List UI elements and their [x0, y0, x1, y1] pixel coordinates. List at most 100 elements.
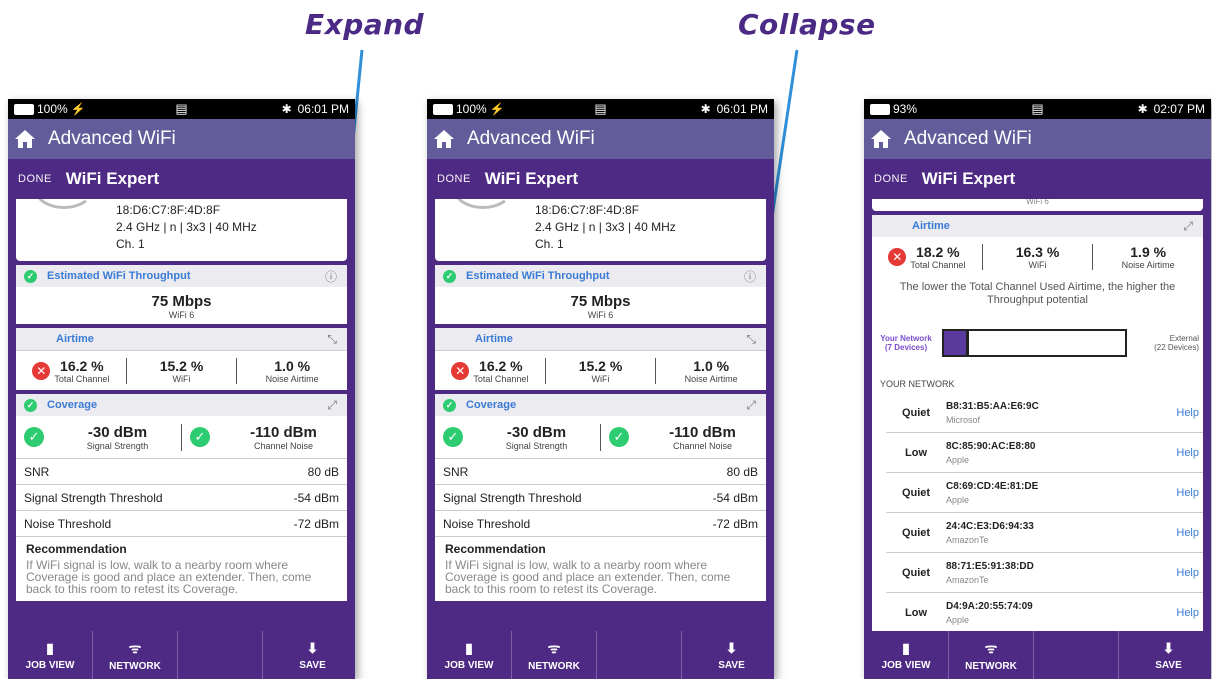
- save-button[interactable]: ⬇ SAVE: [689, 631, 774, 679]
- device-row: Quiet B8:31:B5:AA:E6:9C Microsof Help: [886, 393, 1203, 433]
- job-view-label: JOB VIEW: [25, 659, 75, 671]
- collapse-icon[interactable]: ⤢: [327, 398, 337, 413]
- device-list: Quiet B8:31:B5:AA:E6:9C Microsof Help Low …: [872, 393, 1203, 631]
- coverage-header[interactable]: ✓ Coverage ⤢: [435, 394, 766, 416]
- airtime-total-label: Total Channel: [473, 373, 529, 384]
- coverage-title: Coverage: [47, 399, 98, 411]
- metric-label: Signal Strength Threshold: [443, 490, 582, 505]
- expand-callout: Expand: [305, 8, 425, 41]
- title-bar: DONE WiFi Expert: [8, 159, 355, 199]
- title-bar: DONE WiFi Expert: [864, 159, 1211, 199]
- expand-icon[interactable]: ⤡: [327, 332, 337, 347]
- airtime-values: ✕ 16.2 % Total Channel 15.2 % WiFi 1.0 % Noi…: [16, 350, 347, 390]
- done-button[interactable]: DONE: [874, 173, 908, 185]
- info-icon[interactable]: ⓘ: [325, 268, 337, 285]
- expand-icon[interactable]: ⤡: [746, 332, 756, 347]
- airtime-values: ✕ 18.2 % Total Channel 16.3 % WiFi 1.9 % Noi…: [872, 237, 1203, 277]
- save-button[interactable]: ⬇ SAVE: [1126, 631, 1211, 679]
- recommendation-title: Recommendation: [445, 542, 546, 556]
- empty-slot: [597, 631, 682, 679]
- app-bar: Advanced WiFi: [864, 119, 1211, 159]
- help-link[interactable]: Help: [1176, 607, 1199, 619]
- cut-off-card: WiFi 6: [872, 199, 1203, 211]
- your-network-count: (7 Devices): [884, 343, 928, 352]
- network-label: NETWORK: [528, 660, 580, 672]
- title-bar: DONE WiFi Expert: [427, 159, 774, 199]
- metric-label: SNR: [443, 464, 469, 479]
- save-label: SAVE: [718, 659, 745, 671]
- home-icon[interactable]: [870, 129, 892, 149]
- error-icon: ✕: [888, 248, 907, 266]
- metric-value: 80 dB: [726, 464, 758, 479]
- screen-title: WiFi Expert: [484, 169, 579, 188]
- airtime-wifi: 15.2 %: [159, 357, 204, 374]
- throughput-value: 75 Mbps: [151, 293, 212, 310]
- job-view-button[interactable]: ▮ JOB VIEW: [427, 631, 512, 679]
- network-button[interactable]: ᯤ NETWORK: [949, 631, 1034, 679]
- help-link[interactable]: Help: [1176, 527, 1199, 539]
- save-icon: ⬇: [1162, 639, 1175, 656]
- save-button[interactable]: ⬇ SAVE: [270, 631, 355, 679]
- airtime-title: Airtime: [912, 220, 950, 232]
- check-icon: ✓: [609, 427, 629, 447]
- recommendation-text: If WiFi signal is low, walk to a nearby …: [26, 558, 312, 596]
- metric-row: Signal Strength Threshold -54 dBm: [16, 484, 347, 510]
- bluetooth-icon: ✱: [281, 102, 292, 116]
- clipboard-icon: ▮: [46, 639, 54, 656]
- airtime-noise: 1.0 %: [693, 357, 730, 374]
- throughput-card: ✓ Estimated WiFi Throughput ⓘ 75 Mbps WiFi …: [435, 265, 766, 324]
- job-view-button[interactable]: ▮ JOB VIEW: [8, 631, 93, 679]
- metric-label: Signal Strength Threshold: [24, 490, 163, 505]
- airtime-total: 18.2 %: [916, 244, 960, 260]
- airtime-header[interactable]: Airtime ⤢: [872, 215, 1203, 237]
- device-row: Low D4:9A:20:55:74:09 Apple Help: [886, 593, 1203, 631]
- network-button[interactable]: ᯤ NETWORK: [512, 631, 597, 679]
- done-button[interactable]: DONE: [437, 173, 471, 185]
- signal-strength: -30 dBm: [87, 423, 148, 441]
- help-link[interactable]: Help: [1176, 407, 1199, 419]
- airtime-header[interactable]: Airtime ⤡: [435, 328, 766, 350]
- metric-value: -72 dBm: [293, 516, 339, 531]
- device-row: Quiet 88:71:E5:91:38:DD AmazonTe Help: [886, 553, 1203, 593]
- device-row: Low 8C:85:90:AC:E8:80 Apple Help: [886, 433, 1203, 473]
- home-icon[interactable]: [433, 129, 455, 149]
- recommendation: Recommendation If WiFi signal is low, wal…: [435, 536, 766, 601]
- help-link[interactable]: Help: [1176, 487, 1199, 499]
- bluetooth-icon: ✱: [700, 102, 711, 116]
- phone-expand: 100% ⚡ ▤ ✱ 06:01 PM Advanced WiFi DONE WiF…: [8, 99, 355, 679]
- signal-strength-label: Signal Strength: [505, 440, 568, 451]
- channel-noise-label: Channel Noise: [253, 440, 314, 451]
- collapse-icon[interactable]: ⤢: [1183, 219, 1193, 234]
- network-label: NETWORK: [109, 660, 161, 672]
- home-icon[interactable]: [14, 129, 36, 149]
- help-link[interactable]: Help: [1176, 447, 1199, 459]
- coverage-header[interactable]: ✓ Coverage ⤢: [16, 394, 347, 416]
- channel: Ch. 1: [535, 237, 564, 251]
- metric-row: SNR 80 dB: [435, 458, 766, 484]
- device-mac: B8:31:B5:AA:E6:9C: [946, 400, 1039, 412]
- signal-gauge-icon: [453, 199, 513, 209]
- device-status: Quiet: [901, 566, 931, 579]
- wifi-icon: ᯤ: [547, 639, 561, 656]
- info-icon[interactable]: ⓘ: [744, 268, 756, 285]
- throughput-standard: WiFi 6: [587, 310, 614, 320]
- notification-icon: ▤: [175, 101, 188, 116]
- device-vendor: Microsof: [946, 414, 981, 425]
- airtime-wifi-label: WiFi: [591, 373, 610, 384]
- network-button[interactable]: ᯤ NETWORK: [93, 631, 178, 679]
- airtime-header[interactable]: Airtime ⤡: [16, 328, 347, 350]
- job-view-label: JOB VIEW: [444, 659, 494, 671]
- empty-slot: [178, 631, 263, 679]
- help-link[interactable]: Help: [1176, 567, 1199, 579]
- battery-indicator: 93%: [870, 102, 917, 116]
- job-view-button[interactable]: ▮ JOB VIEW: [864, 631, 949, 679]
- battery-icon: [14, 103, 34, 115]
- done-button[interactable]: DONE: [18, 173, 52, 185]
- clock: 06:01 PM: [716, 102, 768, 116]
- coverage-values: ✓ -30 dBm Signal Strength ✓ -110 dBm Channel…: [435, 416, 766, 458]
- collapse-icon[interactable]: ⤢: [746, 398, 756, 413]
- battery-level: 93%: [893, 102, 918, 116]
- screen-title: WiFi Expert: [65, 169, 160, 188]
- save-label: SAVE: [1155, 659, 1182, 671]
- check-icon: ✓: [443, 398, 456, 412]
